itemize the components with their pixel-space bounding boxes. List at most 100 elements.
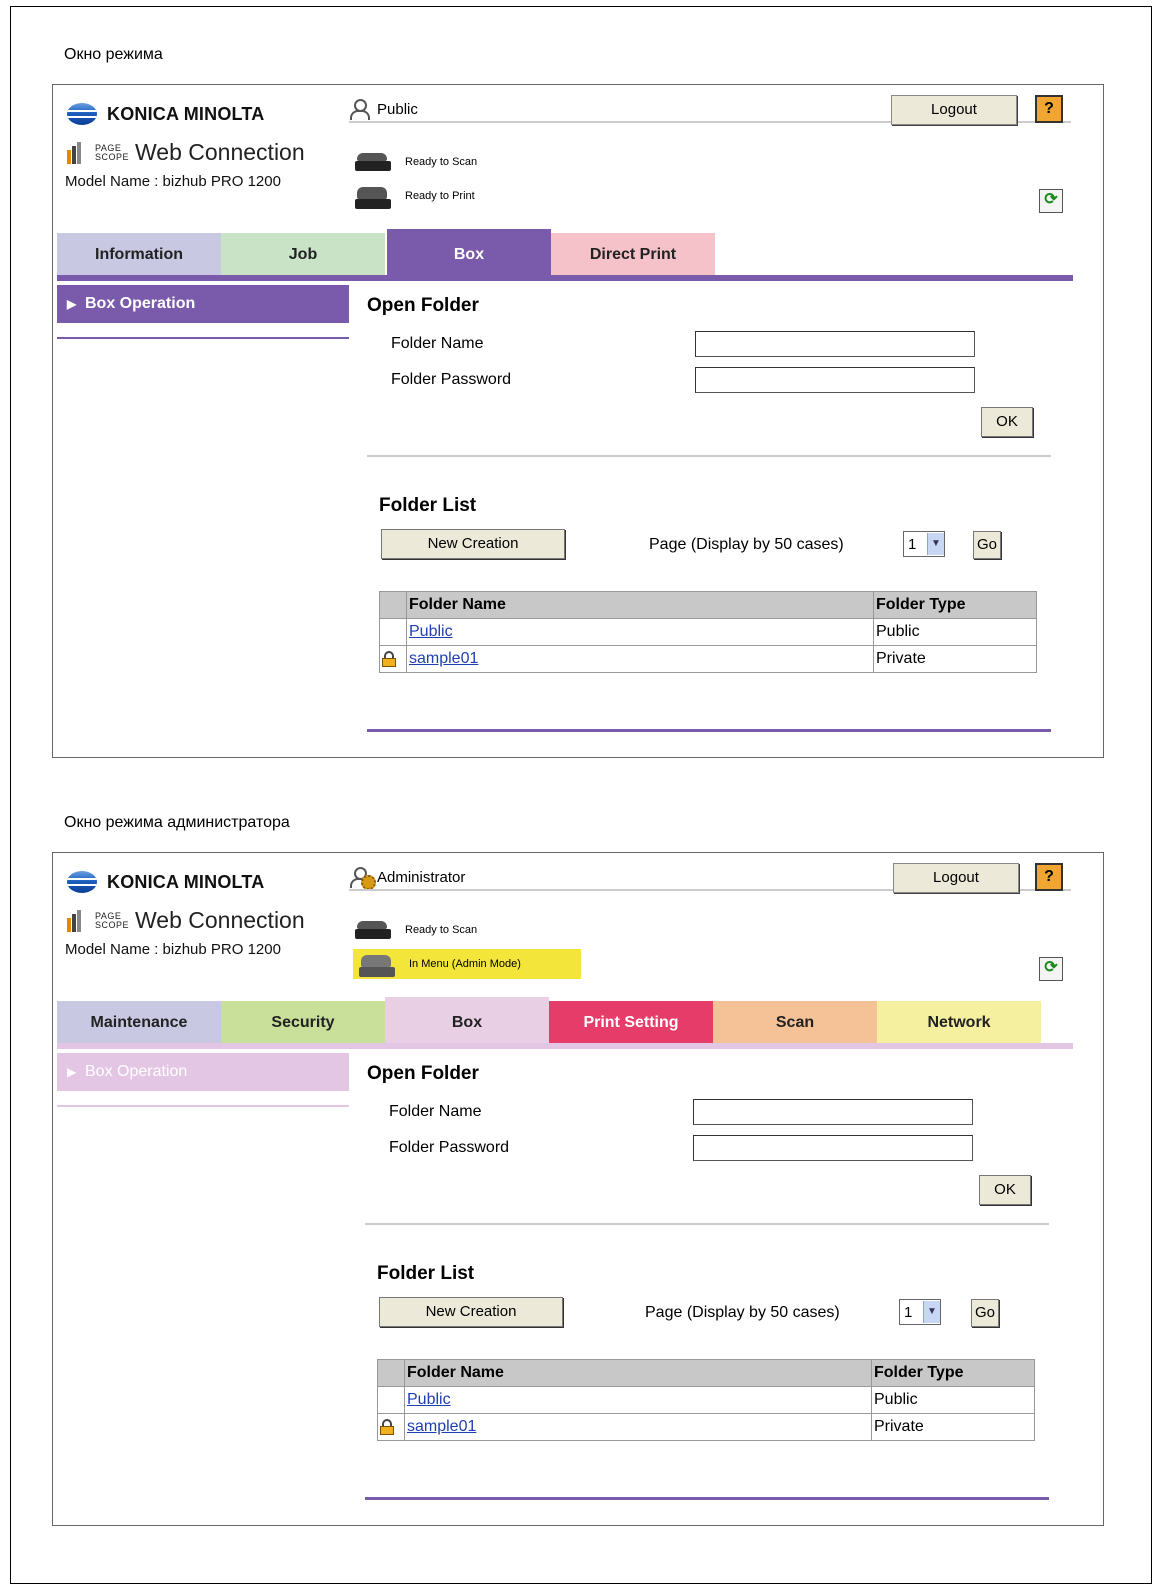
- go-button[interactable]: Go: [971, 1299, 999, 1327]
- folder-link[interactable]: Public: [407, 1391, 451, 1408]
- globe-icon: [67, 871, 97, 893]
- row-icon-cell: [377, 1386, 405, 1414]
- table-row: sample01 Private: [377, 1413, 1035, 1441]
- folder-password-input[interactable]: [695, 367, 975, 393]
- logout-button[interactable]: Logout: [891, 95, 1017, 125]
- tab-print-setting[interactable]: Print Setting: [549, 1001, 713, 1045]
- row-folder-type: Private: [871, 1413, 1035, 1441]
- user-icon: [349, 99, 370, 120]
- ok-button[interactable]: OK: [981, 407, 1033, 437]
- folder-link[interactable]: Public: [409, 623, 453, 640]
- status-text: Ready to Print: [405, 190, 475, 202]
- page-select[interactable]: 1 ▼: [899, 1299, 941, 1325]
- sidebar-item-label: Box Operation: [85, 1063, 188, 1080]
- tab-direct-print[interactable]: Direct Print: [551, 233, 715, 277]
- folder-password-label: Folder Password: [389, 1139, 510, 1156]
- status-text: Ready to Scan: [405, 924, 478, 936]
- tab-box[interactable]: Box: [385, 997, 549, 1045]
- status-print: Ready to Print: [353, 185, 475, 209]
- header-icon-cell: [377, 1359, 405, 1387]
- row-icon-cell: [377, 1413, 405, 1441]
- product-name: Web Connection: [135, 139, 305, 165]
- row-folder-name: sample01: [404, 1413, 872, 1441]
- sidebar-item-box-operation[interactable]: ▶ Box Operation: [57, 1053, 349, 1091]
- tab-scan[interactable]: Scan: [713, 1001, 877, 1045]
- status-scan: Ready to Scan: [353, 919, 477, 941]
- folder-name-label: Folder Name: [389, 1103, 482, 1120]
- open-folder-title: Open Folder: [367, 295, 479, 316]
- caption-user-window: Окно режима: [64, 46, 163, 63]
- help-icon[interactable]: ?: [1035, 863, 1063, 891]
- go-button[interactable]: Go: [973, 531, 1001, 559]
- refresh-icon[interactable]: ⟳: [1039, 957, 1063, 981]
- row-folder-type: Private: [873, 645, 1037, 673]
- printer-icon: [353, 185, 393, 209]
- tab-information[interactable]: Information: [57, 233, 221, 277]
- folder-name-input[interactable]: [693, 1099, 973, 1125]
- sidebar-divider: [57, 1105, 349, 1107]
- table-row: Public Public: [379, 618, 1037, 646]
- tab-maintenance[interactable]: Maintenance: [57, 1001, 221, 1045]
- model-name: Model Name : bizhub PRO 1200: [65, 941, 281, 958]
- folder-name-label: Folder Name: [391, 335, 484, 352]
- user-mode-window: KONICA MINOLTA PAGE SCOPE Web Connection…: [52, 84, 1104, 758]
- admin-user-icon: [349, 867, 376, 890]
- pagescope-scope: SCOPE: [95, 151, 130, 162]
- header-icon-cell: [379, 591, 407, 619]
- section-divider: [367, 455, 1051, 457]
- folder-name-input[interactable]: [695, 331, 975, 357]
- header-folder-type: Folder Type: [873, 591, 1037, 619]
- brand-name: KONICA MINOLTA: [107, 103, 265, 124]
- row-folder-name: sample01: [406, 645, 874, 673]
- admin-mode-window: KONICA MINOLTA PAGE SCOPE Web Connection…: [52, 852, 1104, 1526]
- help-icon[interactable]: ?: [1035, 95, 1063, 123]
- machine-icon: [357, 953, 397, 977]
- tab-job[interactable]: Job: [221, 233, 385, 277]
- product-name: Web Connection: [135, 907, 305, 933]
- tab-box[interactable]: Box: [387, 229, 551, 277]
- sidebar-item-box-operation[interactable]: ▶ Box Operation: [57, 285, 349, 323]
- folder-password-label: Folder Password: [391, 371, 512, 388]
- folder-list-title: Folder List: [377, 1263, 475, 1284]
- ok-button[interactable]: OK: [979, 1175, 1031, 1205]
- folder-password-input[interactable]: [693, 1135, 973, 1161]
- status-text: Ready to Scan: [405, 156, 478, 168]
- user-name: Administrator: [377, 868, 466, 886]
- status-admin-mode: In Menu (Admin Mode): [353, 949, 581, 979]
- table-row: sample01 Private: [379, 645, 1037, 673]
- refresh-icon[interactable]: ⟳: [1039, 189, 1063, 213]
- current-user: Administrator: [349, 867, 466, 890]
- new-creation-button[interactable]: New Creation: [381, 529, 565, 559]
- tab-security[interactable]: Security: [221, 1001, 385, 1045]
- tab-bar: Maintenance Security Box Print Setting S…: [57, 997, 1073, 1049]
- table-header-row: Folder Name Folder Type: [377, 1359, 1035, 1387]
- row-folder-type: Public: [871, 1386, 1035, 1414]
- header-folder-name: Folder Name: [406, 591, 874, 619]
- status-scan: Ready to Scan: [353, 151, 477, 173]
- konica-minolta-logo: KONICA MINOLTA: [67, 103, 264, 125]
- pagescope-logo: PAGE SCOPE Web Connection: [67, 139, 305, 166]
- row-icon-cell: [379, 645, 407, 673]
- row-icon-cell: [379, 618, 407, 646]
- lock-icon: [382, 650, 396, 667]
- tab-bar: Information Job Box Direct Print: [57, 229, 1073, 281]
- row-folder-name: Public: [406, 618, 874, 646]
- logout-button[interactable]: Logout: [893, 863, 1019, 893]
- header-folder-type: Folder Type: [871, 1359, 1035, 1387]
- current-user: Public: [349, 99, 418, 120]
- folder-link[interactable]: sample01: [407, 1418, 476, 1435]
- konica-minolta-logo: KONICA MINOLTA: [67, 871, 264, 893]
- pagescope-scope: SCOPE: [95, 919, 130, 930]
- tab-network[interactable]: Network: [877, 1001, 1041, 1045]
- sidebar-divider: [57, 337, 349, 339]
- page-select[interactable]: 1 ▼: [903, 531, 945, 557]
- pagescope-logo: PAGE SCOPE Web Connection: [67, 907, 305, 934]
- chevron-down-icon: ▼: [923, 1301, 940, 1323]
- status-text: In Menu (Admin Mode): [409, 958, 521, 970]
- tab-underline: [57, 1043, 1073, 1049]
- new-creation-button[interactable]: New Creation: [379, 1297, 563, 1327]
- table-header-row: Folder Name Folder Type: [379, 591, 1037, 619]
- bottom-divider: [365, 1497, 1049, 1500]
- folder-link[interactable]: sample01: [409, 650, 478, 667]
- scanner-icon: [353, 919, 393, 941]
